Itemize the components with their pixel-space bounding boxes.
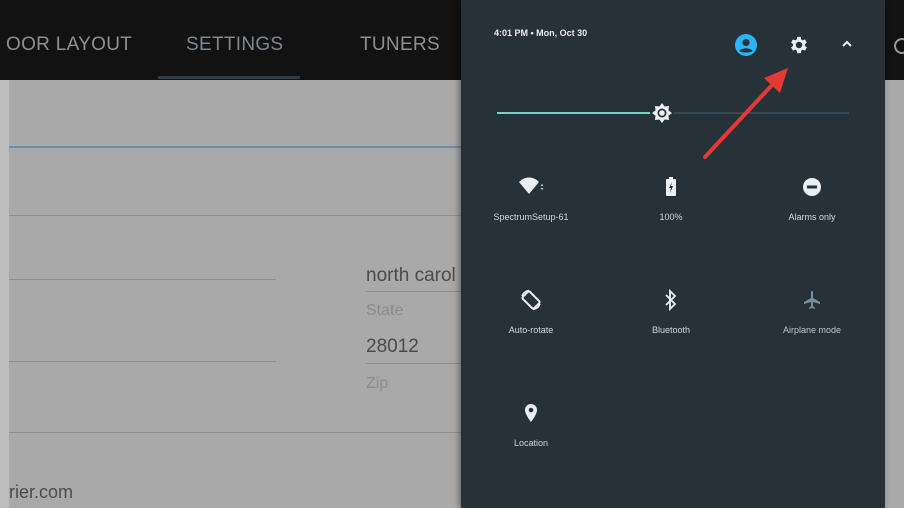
field-underline: [9, 361, 276, 362]
tile-bluetooth-label: Bluetooth: [651, 325, 691, 335]
settings-gear-button[interactable]: [786, 32, 812, 58]
brightness-slider[interactable]: [497, 101, 849, 125]
left-edge-strip: [0, 80, 9, 508]
battery-icon: [666, 177, 676, 196]
gear-icon: [791, 36, 807, 54]
email-field-value[interactable]: rier.com: [9, 482, 73, 503]
tile-do-not-disturb-label: Alarms only: [788, 212, 836, 222]
active-tab-indicator: [158, 76, 300, 79]
field-divider: [9, 215, 461, 216]
tile-wifi-label: SpectrumSetup-61: [493, 212, 569, 222]
field-underline: [9, 279, 276, 280]
tile-do-not-disturb[interactable]: Alarms only: [742, 172, 882, 252]
tile-location-label: Location: [513, 438, 549, 448]
collapse-shade-button[interactable]: [837, 34, 857, 54]
app-gauge-icon: [894, 38, 904, 54]
tab-settings[interactable]: SETTINGS: [186, 34, 283, 56]
zip-field-value[interactable]: 28012: [366, 336, 419, 358]
top-bar-right-strip: [885, 0, 904, 80]
tile-auto-rotate[interactable]: Auto-rotate: [461, 285, 601, 365]
state-field-underline: [366, 291, 461, 292]
tile-battery[interactable]: 100%: [601, 172, 741, 252]
brightness-slider-fill: [497, 112, 662, 114]
state-field-label: State: [366, 302, 404, 319]
wifi-icon: [519, 177, 544, 194]
content-right-strip: [885, 80, 904, 508]
state-field-value[interactable]: north carol: [366, 265, 456, 287]
tile-location[interactable]: Location: [461, 398, 601, 478]
tile-wifi[interactable]: SpectrumSetup-61: [461, 172, 601, 252]
zip-field-label: Zip: [366, 375, 389, 392]
quick-settings-panel: 4:01 PM • Mon, Oct 30 SpectrumSetup-61 1…: [461, 0, 885, 508]
location-icon: [525, 404, 537, 422]
tile-auto-rotate-label: Auto-rotate: [508, 325, 554, 335]
tile-airplane-mode[interactable]: Airplane mode: [742, 285, 882, 365]
tile-airplane-mode-label: Airplane mode: [782, 325, 842, 335]
zip-field-underline: [366, 363, 461, 364]
tab-floor-layout[interactable]: OOR LAYOUT: [6, 34, 132, 56]
tile-battery-label: 100%: [659, 212, 683, 222]
status-time-date: 4:01 PM • Mon, Oct 30: [494, 28, 588, 38]
brightness-slider-thumb[interactable]: [649, 100, 675, 126]
focused-field-underline: [9, 146, 461, 148]
bluetooth-icon: [665, 289, 677, 311]
airplane-icon: [804, 291, 820, 309]
user-account-button[interactable]: [733, 32, 759, 58]
auto-rotate-icon: [521, 289, 541, 311]
user-account-icon: [735, 34, 757, 56]
field-divider: [9, 432, 461, 433]
tab-tuners[interactable]: TUNERS: [360, 34, 440, 56]
chevron-up-icon: [842, 40, 852, 47]
brightness-icon: [650, 101, 674, 125]
tile-bluetooth[interactable]: Bluetooth: [601, 285, 741, 365]
do-not-disturb-icon: [803, 178, 821, 196]
